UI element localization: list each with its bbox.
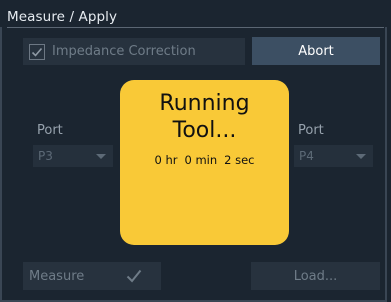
elapsed-hours: 0 hr (154, 153, 178, 167)
check-icon (31, 47, 43, 57)
port-left-select[interactable]: P3 (33, 145, 113, 167)
measure-apply-panel: Measure / Apply Impedance Correction Abo… (0, 0, 391, 302)
chevron-down-icon (96, 153, 106, 159)
running-tool-overlay: Running Tool... 0 hr 0 min 2 sec (120, 80, 289, 245)
elapsed-time: 0 hr 0 min 2 sec (154, 153, 254, 167)
overlay-title-line2: Tool... (172, 118, 237, 143)
measure-button[interactable]: Measure (23, 262, 161, 290)
load-button[interactable]: Load... (251, 262, 380, 290)
impedance-correction-label: Impedance Correction (52, 44, 196, 59)
port-left-value: P3 (38, 149, 53, 163)
elapsed-minutes: 0 min (184, 153, 218, 167)
overlay-title: Running Tool... (159, 90, 249, 144)
check-icon (126, 269, 142, 283)
measure-button-label: Measure (29, 268, 85, 284)
impedance-correction-checkbox[interactable]: Impedance Correction (23, 38, 245, 65)
port-right-label: Port (298, 123, 324, 138)
elapsed-seconds: 2 sec (224, 153, 255, 167)
abort-button[interactable]: Abort (252, 37, 380, 65)
port-right-select[interactable]: P4 (294, 145, 373, 167)
port-left-label: Port (37, 123, 63, 138)
panel-title: Measure / Apply (7, 9, 118, 25)
overlay-title-line1: Running (159, 91, 250, 116)
chevron-down-icon (356, 153, 366, 159)
checkbox-box[interactable] (29, 43, 45, 60)
port-right-value: P4 (299, 149, 314, 163)
